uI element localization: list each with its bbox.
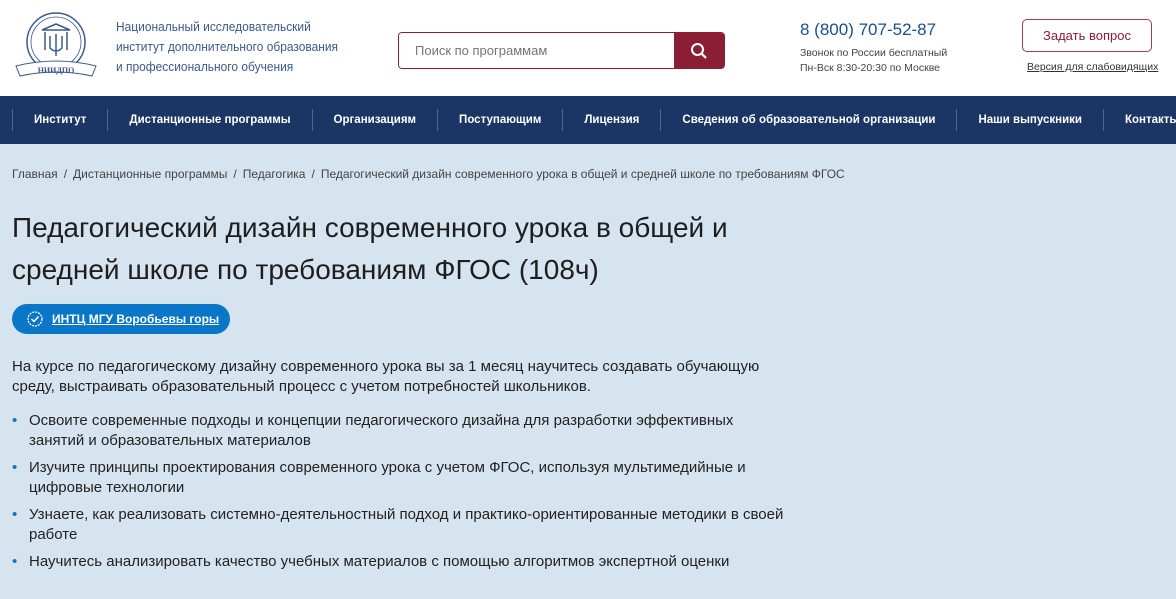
- org-name: Национальный исследовательский институт …: [116, 17, 338, 77]
- breadcrumb-current: Педагогический дизайн современного урока…: [320, 167, 845, 181]
- org-name-line: институт дополнительного образования: [116, 39, 339, 54]
- search-box: [398, 32, 725, 69]
- search-button[interactable]: [674, 33, 724, 68]
- nav-item-license[interactable]: Лицензия: [562, 109, 660, 131]
- nav-item-contacts[interactable]: Контакты: [1102, 109, 1176, 131]
- breadcrumb-pedagogy[interactable]: Педагогика: [243, 167, 306, 181]
- search-input[interactable]: [399, 33, 674, 68]
- partner-badge[interactable]: ИНТЦ МГУ Воробьевы горы: [12, 304, 230, 334]
- nav-item-applicants[interactable]: Поступающим: [437, 109, 562, 131]
- main-nav: Институт Дистанционные программы Организ…: [0, 96, 1176, 144]
- header: НИИДПО Национальный исследовательский ин…: [0, 0, 1176, 96]
- nav-item-organizations[interactable]: Организациям: [311, 109, 438, 131]
- org-name-line: Национальный исследовательский: [116, 19, 311, 34]
- search-icon: [691, 42, 707, 59]
- phone-info: Звонок по России бесплатный Пн-Вск 8:30-…: [800, 46, 947, 76]
- accessibility-link[interactable]: Версия для слабовидящих: [1027, 61, 1158, 73]
- breadcrumb-distance-programs[interactable]: Дистанционные программы: [73, 167, 227, 181]
- working-hours: Пн-Вск 8:30-20:30 по Москве: [800, 62, 941, 74]
- nav-item-graduates[interactable]: Наши выпускники: [956, 109, 1103, 131]
- list-item: Научитесь анализировать качество учебных…: [12, 552, 792, 572]
- phone-number[interactable]: 8 (800) 707-52-87: [800, 20, 936, 40]
- logo-text: НИИДПО: [38, 66, 75, 75]
- list-item: Изучите принципы проектирования современ…: [12, 458, 792, 498]
- course-benefits: Освоите современные подходы и концепции …: [12, 411, 792, 579]
- org-name-line: и профессионального обучения: [116, 59, 294, 74]
- nav-item-distance-programs[interactable]: Дистанционные программы: [107, 109, 311, 131]
- nav-item-institute[interactable]: Институт: [12, 109, 107, 131]
- breadcrumb: Главная / Дистанционные программы / Педагоги…: [12, 167, 845, 181]
- list-item: Освоите современные подходы и концепции …: [12, 411, 792, 451]
- breadcrumb-home[interactable]: Главная: [12, 167, 58, 181]
- ask-question-button[interactable]: Задать вопрос: [1022, 19, 1152, 52]
- nav-item-org-info[interactable]: Сведения об образовательной организации: [660, 109, 956, 131]
- partner-badge-label: ИНТЦ МГУ Воробьевы горы: [52, 312, 220, 326]
- list-item: Узнаете, как реализовать системно-деятел…: [12, 505, 792, 545]
- course-intro: На курсе по педагогическому дизайну совр…: [12, 358, 760, 395]
- page-title: Педагогический дизайн современного урока…: [12, 212, 728, 285]
- phone-note: Звонок по России бесплатный: [800, 47, 948, 59]
- logo[interactable]: НИИДПО: [12, 10, 100, 82]
- verified-badge-icon: [27, 311, 43, 327]
